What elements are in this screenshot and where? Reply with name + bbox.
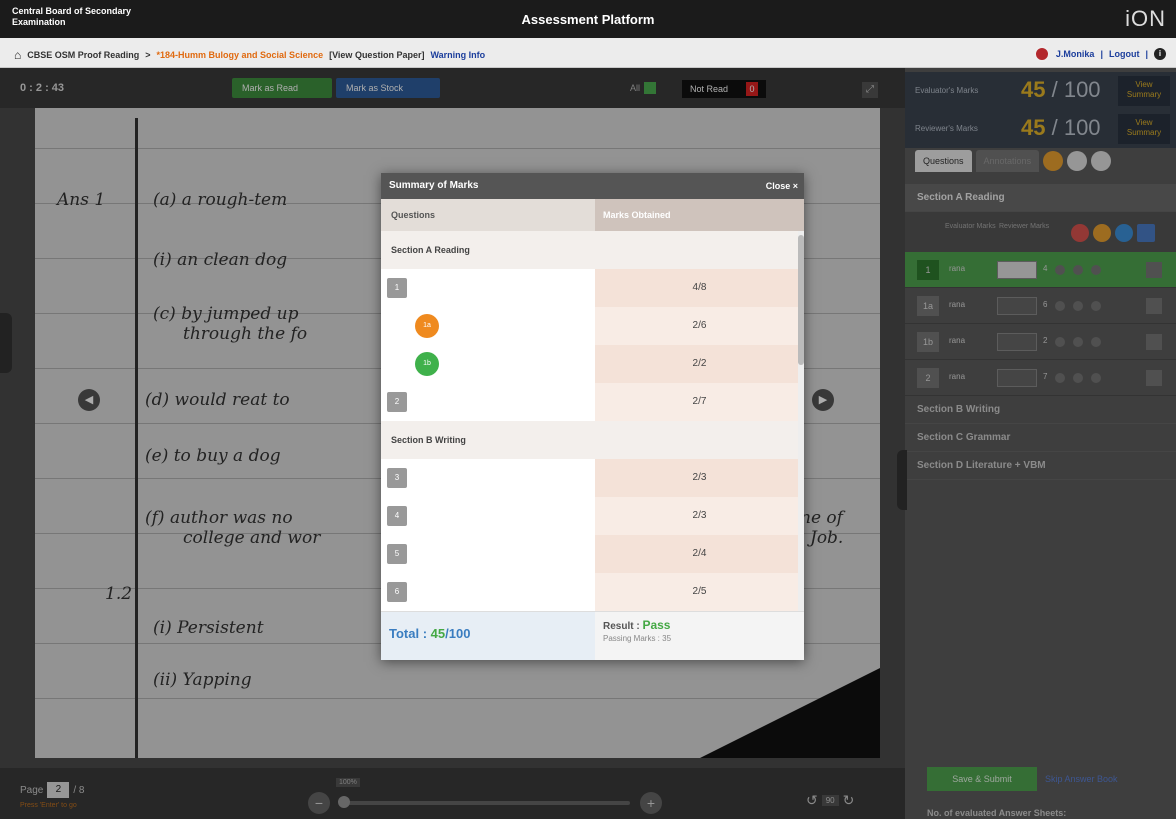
question-cell: 1a bbox=[381, 307, 595, 345]
total-value: 45 bbox=[430, 626, 446, 641]
summary-of-marks-dialog: Summary of Marks Close × Questions Marks… bbox=[381, 173, 804, 660]
scrollbar-thumb[interactable] bbox=[798, 235, 804, 365]
marks-cell: 4/8 bbox=[595, 269, 804, 307]
summary-table-body[interactable]: Section A Reading 1 4/8 1a 2/6 1b 2/2 2 2/7 Secti… bbox=[381, 231, 804, 611]
close-button[interactable]: Close × bbox=[766, 173, 798, 199]
question-cell: Section B Writing bbox=[381, 421, 595, 459]
dialog-title: Summary of Marks bbox=[389, 180, 479, 191]
view-question-paper-link[interactable]: [View Question Paper] bbox=[329, 50, 424, 60]
sub-question-badge[interactable]: 1b bbox=[415, 352, 439, 376]
question-number-badge[interactable]: 6 bbox=[387, 582, 407, 602]
app-header: Central Board of Secondary Examination A… bbox=[0, 0, 1176, 38]
passing-marks: Passing Marks : 35 bbox=[603, 634, 672, 643]
summary-question-row: 2 2/7 bbox=[381, 383, 804, 421]
summary-question-row: 1 4/8 bbox=[381, 269, 804, 307]
questions-column-header: Questions bbox=[381, 199, 595, 231]
avatar bbox=[1033, 46, 1050, 62]
marks-cell bbox=[595, 421, 804, 459]
summary-section-row: Section A Reading bbox=[381, 231, 804, 269]
result-line: Result : Pass bbox=[603, 618, 796, 632]
warning-info-link[interactable]: Warning Info bbox=[430, 50, 485, 60]
ion-logo: iON bbox=[1125, 6, 1166, 31]
question-cell: 4 bbox=[381, 497, 595, 535]
total-max: /100 bbox=[445, 626, 471, 641]
question-cell: 3 bbox=[381, 459, 595, 497]
question-number-badge[interactable]: 1 bbox=[387, 278, 407, 298]
marks-cell: 2/4 bbox=[595, 535, 804, 573]
marks-cell: 2/6 bbox=[595, 307, 804, 345]
question-number-badge[interactable]: 4 bbox=[387, 506, 407, 526]
breadcrumb-separator: > bbox=[145, 50, 151, 60]
marks-cell: 2/3 bbox=[595, 497, 804, 535]
marks-cell: 2/5 bbox=[595, 573, 804, 611]
marks-cell: 2/3 bbox=[595, 459, 804, 497]
summary-section-row: Section B Writing bbox=[381, 421, 804, 459]
summary-question-row: 1b 2/2 bbox=[381, 345, 804, 383]
summary-question-row: 3 2/3 bbox=[381, 459, 804, 497]
total-marks: Total : 45/100 bbox=[381, 612, 595, 660]
result-value: Pass bbox=[642, 618, 671, 632]
question-cell: 2 bbox=[381, 383, 595, 421]
result-box: Result : Pass Passing Marks : 35 bbox=[595, 612, 804, 660]
marks-cell: 2/2 bbox=[595, 345, 804, 383]
summary-question-row: 6 2/5 bbox=[381, 573, 804, 611]
question-cell: 6 bbox=[381, 573, 595, 611]
home-icon[interactable]: ⌂ bbox=[14, 48, 21, 62]
breadcrumb-root[interactable]: CBSE OSM Proof Reading bbox=[27, 50, 139, 60]
breadcrumb-bar: ⌂ CBSE OSM Proof Reading > *184-Humm Bul… bbox=[0, 38, 1176, 68]
question-cell: Section A Reading bbox=[381, 231, 595, 269]
total-label: Total : bbox=[389, 626, 428, 641]
user-menu: J.Monika | Logout | i bbox=[1033, 46, 1166, 62]
question-cell: 1 bbox=[381, 269, 595, 307]
question-cell: 1b bbox=[381, 345, 595, 383]
result-label: Result : bbox=[603, 621, 640, 632]
question-number-badge[interactable]: 2 bbox=[387, 392, 407, 412]
summary-question-row: 5 2/4 bbox=[381, 535, 804, 573]
dialog-header: Summary of Marks Close × bbox=[381, 173, 804, 199]
marks-cell: 2/7 bbox=[595, 383, 804, 421]
summary-footer: Total : 45/100 Result : Pass Passing Mar… bbox=[381, 611, 804, 660]
logout-link[interactable]: Logout bbox=[1109, 49, 1140, 59]
platform-title: Assessment Platform bbox=[521, 12, 655, 27]
marks-cell bbox=[595, 231, 804, 269]
question-number-badge[interactable]: 5 bbox=[387, 544, 407, 564]
summary-question-row: 4 2/3 bbox=[381, 497, 804, 535]
user-separator-2: | bbox=[1145, 49, 1148, 59]
user-name: J.Monika bbox=[1055, 49, 1095, 59]
question-number-badge[interactable]: 3 bbox=[387, 468, 407, 488]
sub-question-badge[interactable]: 1a bbox=[415, 314, 439, 338]
breadcrumb: ⌂ CBSE OSM Proof Reading > *184-Humm Bul… bbox=[14, 48, 485, 62]
summary-question-row: 1a 2/6 bbox=[381, 307, 804, 345]
breadcrumb-subject: *184-Humm Bulogy and Social Science bbox=[156, 50, 324, 60]
summary-table-header: Questions Marks Obtained bbox=[381, 199, 804, 231]
marks-column-header: Marks Obtained bbox=[595, 199, 804, 231]
question-cell: 5 bbox=[381, 535, 595, 573]
info-icon[interactable]: i bbox=[1154, 48, 1166, 60]
user-separator: | bbox=[1100, 49, 1103, 59]
